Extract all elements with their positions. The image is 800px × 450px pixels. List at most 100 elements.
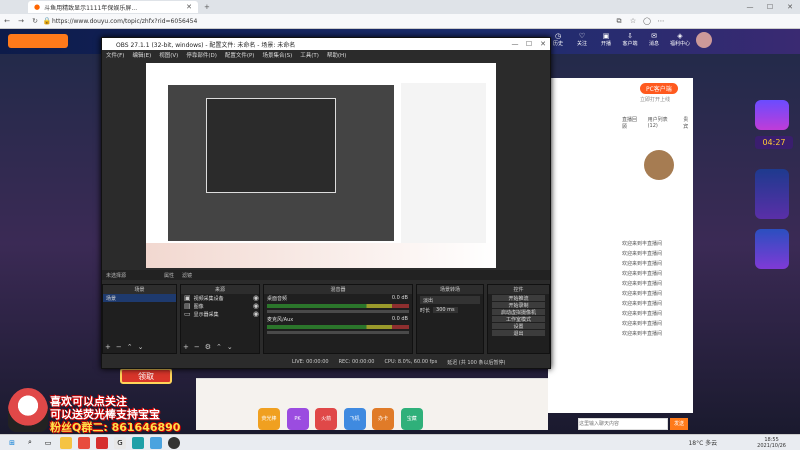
menu-view[interactable]: 视图(V) [159,51,178,59]
studio-mode-button[interactable]: 工作室模式 [492,316,545,323]
chat-message: 欢迎来到丰直播间 [622,330,663,337]
weather-widget[interactable]: 18°C 多云 [688,438,757,447]
obs-icon[interactable] [168,436,180,449]
start-streaming-button[interactable]: 开始推流 [492,295,545,302]
download-icon: ⇩ [627,32,633,40]
move-down-icon[interactable]: ⌄ [138,343,144,351]
address-bar[interactable]: https://www.douyu.com/topic/zhfx?rid=605… [52,18,612,25]
menu-tools[interactable]: 工具(T) [300,51,319,59]
live-timer: LIVE: 00:00:00 [292,359,329,365]
file-explorer-icon[interactable] [60,436,72,449]
app-icon[interactable] [78,436,90,449]
forward-icon[interactable]: → [14,17,28,25]
obs-maximize-icon[interactable]: ☐ [522,40,536,48]
remove-scene-icon[interactable]: − [116,343,122,351]
source-item[interactable]: ▣ 视频采集设备 ◉ [181,294,259,302]
source-item[interactable]: ▤ 图像 ◉ [181,302,259,310]
scene-item[interactable]: 场景 [103,294,176,302]
chrome-icon[interactable] [150,436,162,449]
claim-promo-button[interactable]: 领取 [120,368,172,384]
windows-start-icon[interactable]: ⊞ [6,437,18,449]
menu-profile[interactable]: 配置文件(P) [225,51,255,59]
clock-date: 2021/10/26 [757,442,786,449]
nav-history[interactable]: ◷ 历史 [548,32,568,48]
virtual-camera-button[interactable]: 启动虚拟摄像机 [492,309,545,316]
gift-item[interactable]: 办卡 [372,408,395,430]
chat-input[interactable] [578,418,668,430]
sources-dock: 来源 ▣ 视频采集设备 ◉ ▤ 图像 ◉ ▭ 显示器采集 ◉ + − ⚙ ⌃ ⌄ [180,284,260,354]
chat-message: 欢迎来到丰直播间 [622,310,663,317]
nav-start-live[interactable]: ▣ 开播 [596,32,616,48]
event-side-banner[interactable]: 04:27 [755,100,793,278]
move-down-icon[interactable]: ⌄ [227,343,233,351]
track-level: 0.0 dB [391,295,408,301]
task-view-icon[interactable]: ▭ [42,437,54,449]
gift-item[interactable]: 火箭 [315,408,338,430]
menu-file[interactable]: 文件(F) [106,51,124,59]
nav-follow[interactable]: ♡ 关注 [572,32,592,48]
close-tab-icon[interactable]: ✕ [186,3,192,11]
new-tab-icon[interactable]: + [204,3,210,11]
obs-preview-canvas[interactable] [146,63,496,268]
profile-icon[interactable]: ◯ [640,17,654,25]
site-logo[interactable] [8,34,68,48]
exit-button[interactable]: 退出 [492,330,545,337]
extensions-icon[interactable]: ⧉ [612,17,626,26]
clock[interactable]: 18:55 2021/10/26 [757,437,800,449]
obs-status-bar: LIVE: 00:00:00 REC: 00:00:00 CPU: 8.0%, … [102,356,550,368]
menu-docks[interactable]: 停靠部件(D) [186,51,217,59]
refresh-icon[interactable]: ↻ [28,17,42,25]
maximize-icon[interactable]: ☐ [760,3,780,11]
minimize-icon[interactable]: — [740,3,760,11]
move-up-icon[interactable]: ⌃ [127,343,133,351]
more-icon[interactable]: ⋯ [654,17,668,25]
user-avatar[interactable] [696,32,712,48]
properties-button[interactable]: 属性 [164,272,174,279]
visibility-eye-icon[interactable]: ◉ [253,294,259,302]
volume-slider[interactable] [267,331,409,334]
send-button[interactable]: 发送 [669,418,688,430]
menu-help[interactable]: 帮助(H) [327,51,346,59]
edge-icon[interactable] [132,436,144,449]
nav-messages[interactable]: ✉ 消息 [644,32,664,48]
favorites-icon[interactable]: ☆ [626,17,640,25]
source-item[interactable]: ▭ 显示器采集 ◉ [181,310,259,318]
settings-button[interactable]: 设置 [492,323,545,330]
visibility-eye-icon[interactable]: ◉ [253,310,259,318]
menu-scene-collection[interactable]: 场景集合(S) [262,51,292,59]
browser-tab[interactable]: ● 斗鱼用精致显示1111年保娱乐屏... ✕ [28,1,198,13]
gift-item[interactable]: 飞机 [343,408,366,430]
start-recording-button[interactable]: 开始录制 [492,302,545,309]
tab-user-list[interactable]: 用户列表(12) [648,116,678,130]
menu-edit[interactable]: 编辑(E) [132,51,151,59]
add-source-icon[interactable]: + [183,343,189,351]
history-icon: ◷ [554,32,562,40]
nav-client[interactable]: ⇩ 客户端 [620,32,640,48]
gift-item[interactable]: PK [286,408,309,430]
overlay-line-2: 可以送荧光棒支持宝宝 [50,408,160,421]
pc-client-button[interactable]: PC客户端 [640,83,678,94]
close-window-icon[interactable]: ✕ [780,3,800,11]
visibility-eye-icon[interactable]: ◉ [253,302,259,310]
tab-vip[interactable]: 贵宾 [683,116,693,130]
mixer-dock-title: 混音器 [264,285,412,294]
obs-minimize-icon[interactable]: — [508,40,522,48]
search-icon[interactable]: ⌕ [24,437,36,449]
obs-close-icon[interactable]: ✕ [536,40,550,48]
app-icon[interactable] [96,436,108,449]
remove-source-icon[interactable]: − [194,343,200,351]
tab-live-review[interactable]: 直播回顾 [622,116,642,130]
volume-slider[interactable] [267,310,409,313]
gift-bar: 荧光棒 PK 火箭 飞机 办卡 宝藏 [196,378,548,430]
add-scene-icon[interactable]: + [105,343,111,351]
move-up-icon[interactable]: ⌃ [216,343,222,351]
gift-item[interactable]: 荧光棒 [258,408,280,430]
duration-input[interactable]: 300 ms [433,307,458,313]
filters-button[interactable]: 滤镜 [182,272,192,279]
source-settings-icon[interactable]: ⚙ [205,343,211,351]
gift-item[interactable]: 宝藏 [400,408,423,430]
transition-select[interactable]: 淡出 [420,296,480,304]
nav-rewards[interactable]: ◈ 福利中心 [668,32,692,48]
app-icon[interactable]: G [114,436,126,449]
back-icon[interactable]: ← [0,17,14,25]
